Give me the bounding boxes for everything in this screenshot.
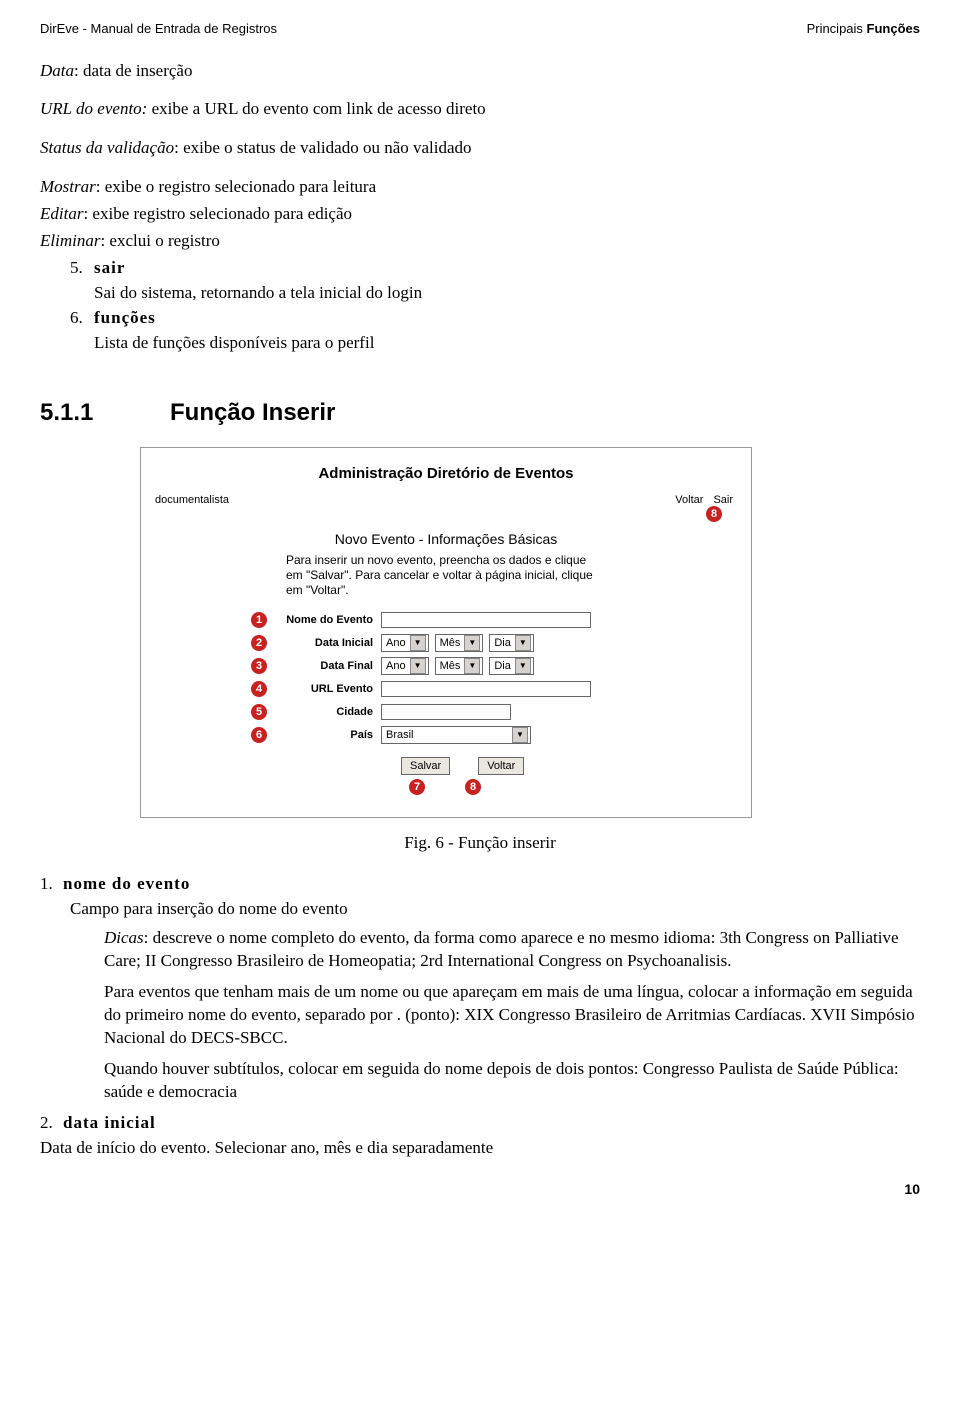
- row-data-final: 3 Data Final Ano▼ Mês▼ Dia▼: [251, 656, 751, 676]
- callout-badge-3: 3: [251, 658, 267, 674]
- row-url-evento: 4 URL Evento: [251, 679, 751, 699]
- section-heading: 5.1.1Função Inserir: [40, 397, 920, 429]
- input-cidade[interactable]: [381, 704, 511, 720]
- page-header: DirEve - Manual de Entrada de Registros …: [40, 20, 920, 38]
- def-editar: Editar: exibe registro selecionado para …: [40, 203, 920, 226]
- def-url: URL do evento: exibe a URL do evento com…: [40, 98, 920, 121]
- item-2-line: Data de início do evento. Selecionar ano…: [40, 1137, 920, 1160]
- chevron-down-icon: ▼: [464, 658, 480, 674]
- callout-badge-1: 1: [251, 612, 267, 628]
- row-pais: 6 País Brasil▼: [251, 725, 751, 745]
- select-ano-inicial[interactable]: Ano▼: [381, 634, 429, 652]
- select-mes-final[interactable]: Mês▼: [435, 657, 484, 675]
- chevron-down-icon: ▼: [515, 658, 531, 674]
- label-pais: País: [273, 728, 373, 743]
- shot-instructions: Para inserir un novo evento, preencha os…: [286, 553, 606, 598]
- select-dia-final[interactable]: Dia▼: [489, 657, 534, 675]
- callout-badge-2: 2: [251, 635, 267, 651]
- callout-badge-8-top: 8: [706, 506, 722, 522]
- badge-8-top-wrap: 8: [141, 505, 751, 522]
- shot-subtitle: Novo Evento - Informações Básicas: [141, 530, 751, 549]
- list-item-5-desc: Sai do sistema, retornando a tela inicia…: [94, 282, 920, 305]
- row-data-inicial: 2 Data Inicial Ano▼ Mês▼ Dia▼: [251, 633, 751, 653]
- chevron-down-icon: ▼: [410, 635, 426, 651]
- def-status: Status da validação: exibe o status de v…: [40, 137, 920, 160]
- input-nome-evento[interactable]: [381, 612, 591, 628]
- def-eliminar: Eliminar: exclui o registro: [40, 230, 920, 253]
- item-1-line: Campo para inserção do nome do evento: [70, 898, 920, 921]
- def-mostrar: Mostrar: exibe o registro selecionado pa…: [40, 176, 920, 199]
- figure-caption: Fig. 6 - Função inserir: [40, 832, 920, 855]
- chevron-down-icon: ▼: [410, 658, 426, 674]
- list-item-5: 5.sair: [70, 257, 920, 280]
- item-1-dicas: Dicas: descreve o nome completo do event…: [104, 927, 920, 973]
- page-number: 10: [40, 1180, 920, 1199]
- chevron-down-icon: ▼: [464, 635, 480, 651]
- label-data-inicial: Data Inicial: [273, 636, 373, 651]
- input-url-evento[interactable]: [381, 681, 591, 697]
- shot-form: 1 Nome do Evento 2 Data Inicial Ano▼ Mês…: [141, 610, 751, 817]
- callout-badge-7: 7: [409, 779, 425, 795]
- select-mes-inicial[interactable]: Mês▼: [435, 634, 484, 652]
- callout-badge-5: 5: [251, 704, 267, 720]
- shot-title: Administração Diretório de Eventos: [141, 448, 751, 490]
- link-voltar[interactable]: Voltar: [675, 493, 703, 508]
- shot-top-links: Voltar Sair: [675, 493, 733, 508]
- chevron-down-icon: ▼: [512, 727, 528, 743]
- button-badges: 7 8: [409, 779, 751, 795]
- screenshot-novo-evento: Administração Diretório de Eventos docum…: [140, 447, 752, 818]
- header-left: DirEve - Manual de Entrada de Registros: [40, 20, 277, 38]
- item-2: 2. data inicial: [40, 1112, 920, 1135]
- voltar-button[interactable]: Voltar: [478, 757, 524, 775]
- item-1-p3: Quando houver subtítulos, colocar em seg…: [104, 1058, 920, 1104]
- select-ano-final[interactable]: Ano▼: [381, 657, 429, 675]
- label-cidade: Cidade: [273, 705, 373, 720]
- row-cidade: 5 Cidade: [251, 702, 751, 722]
- callout-badge-4: 4: [251, 681, 267, 697]
- header-right: Principais Funções: [807, 20, 920, 38]
- item-1: 1. nome do evento: [40, 873, 920, 896]
- document-page: DirEve - Manual de Entrada de Registros …: [0, 0, 960, 1228]
- button-row: Salvar Voltar: [401, 757, 751, 775]
- select-pais[interactable]: Brasil▼: [381, 726, 531, 744]
- shot-user-label: documentalista: [155, 493, 229, 508]
- list-item-6-desc: Lista de funções disponíveis para o perf…: [94, 332, 920, 355]
- callout-badge-8: 8: [465, 779, 481, 795]
- callout-badge-6: 6: [251, 727, 267, 743]
- def-data: Data: data de inserção: [40, 60, 920, 83]
- label-data-final: Data Final: [273, 659, 373, 674]
- label-nome-evento: Nome do Evento: [273, 613, 373, 628]
- select-dia-inicial[interactable]: Dia▼: [489, 634, 534, 652]
- list-item-6: 6.funções: [70, 307, 920, 330]
- label-url-evento: URL Evento: [273, 682, 373, 697]
- item-1-p2: Para eventos que tenham mais de um nome …: [104, 981, 920, 1050]
- salvar-button[interactable]: Salvar: [401, 757, 450, 775]
- row-nome-evento: 1 Nome do Evento: [251, 610, 751, 630]
- chevron-down-icon: ▼: [515, 635, 531, 651]
